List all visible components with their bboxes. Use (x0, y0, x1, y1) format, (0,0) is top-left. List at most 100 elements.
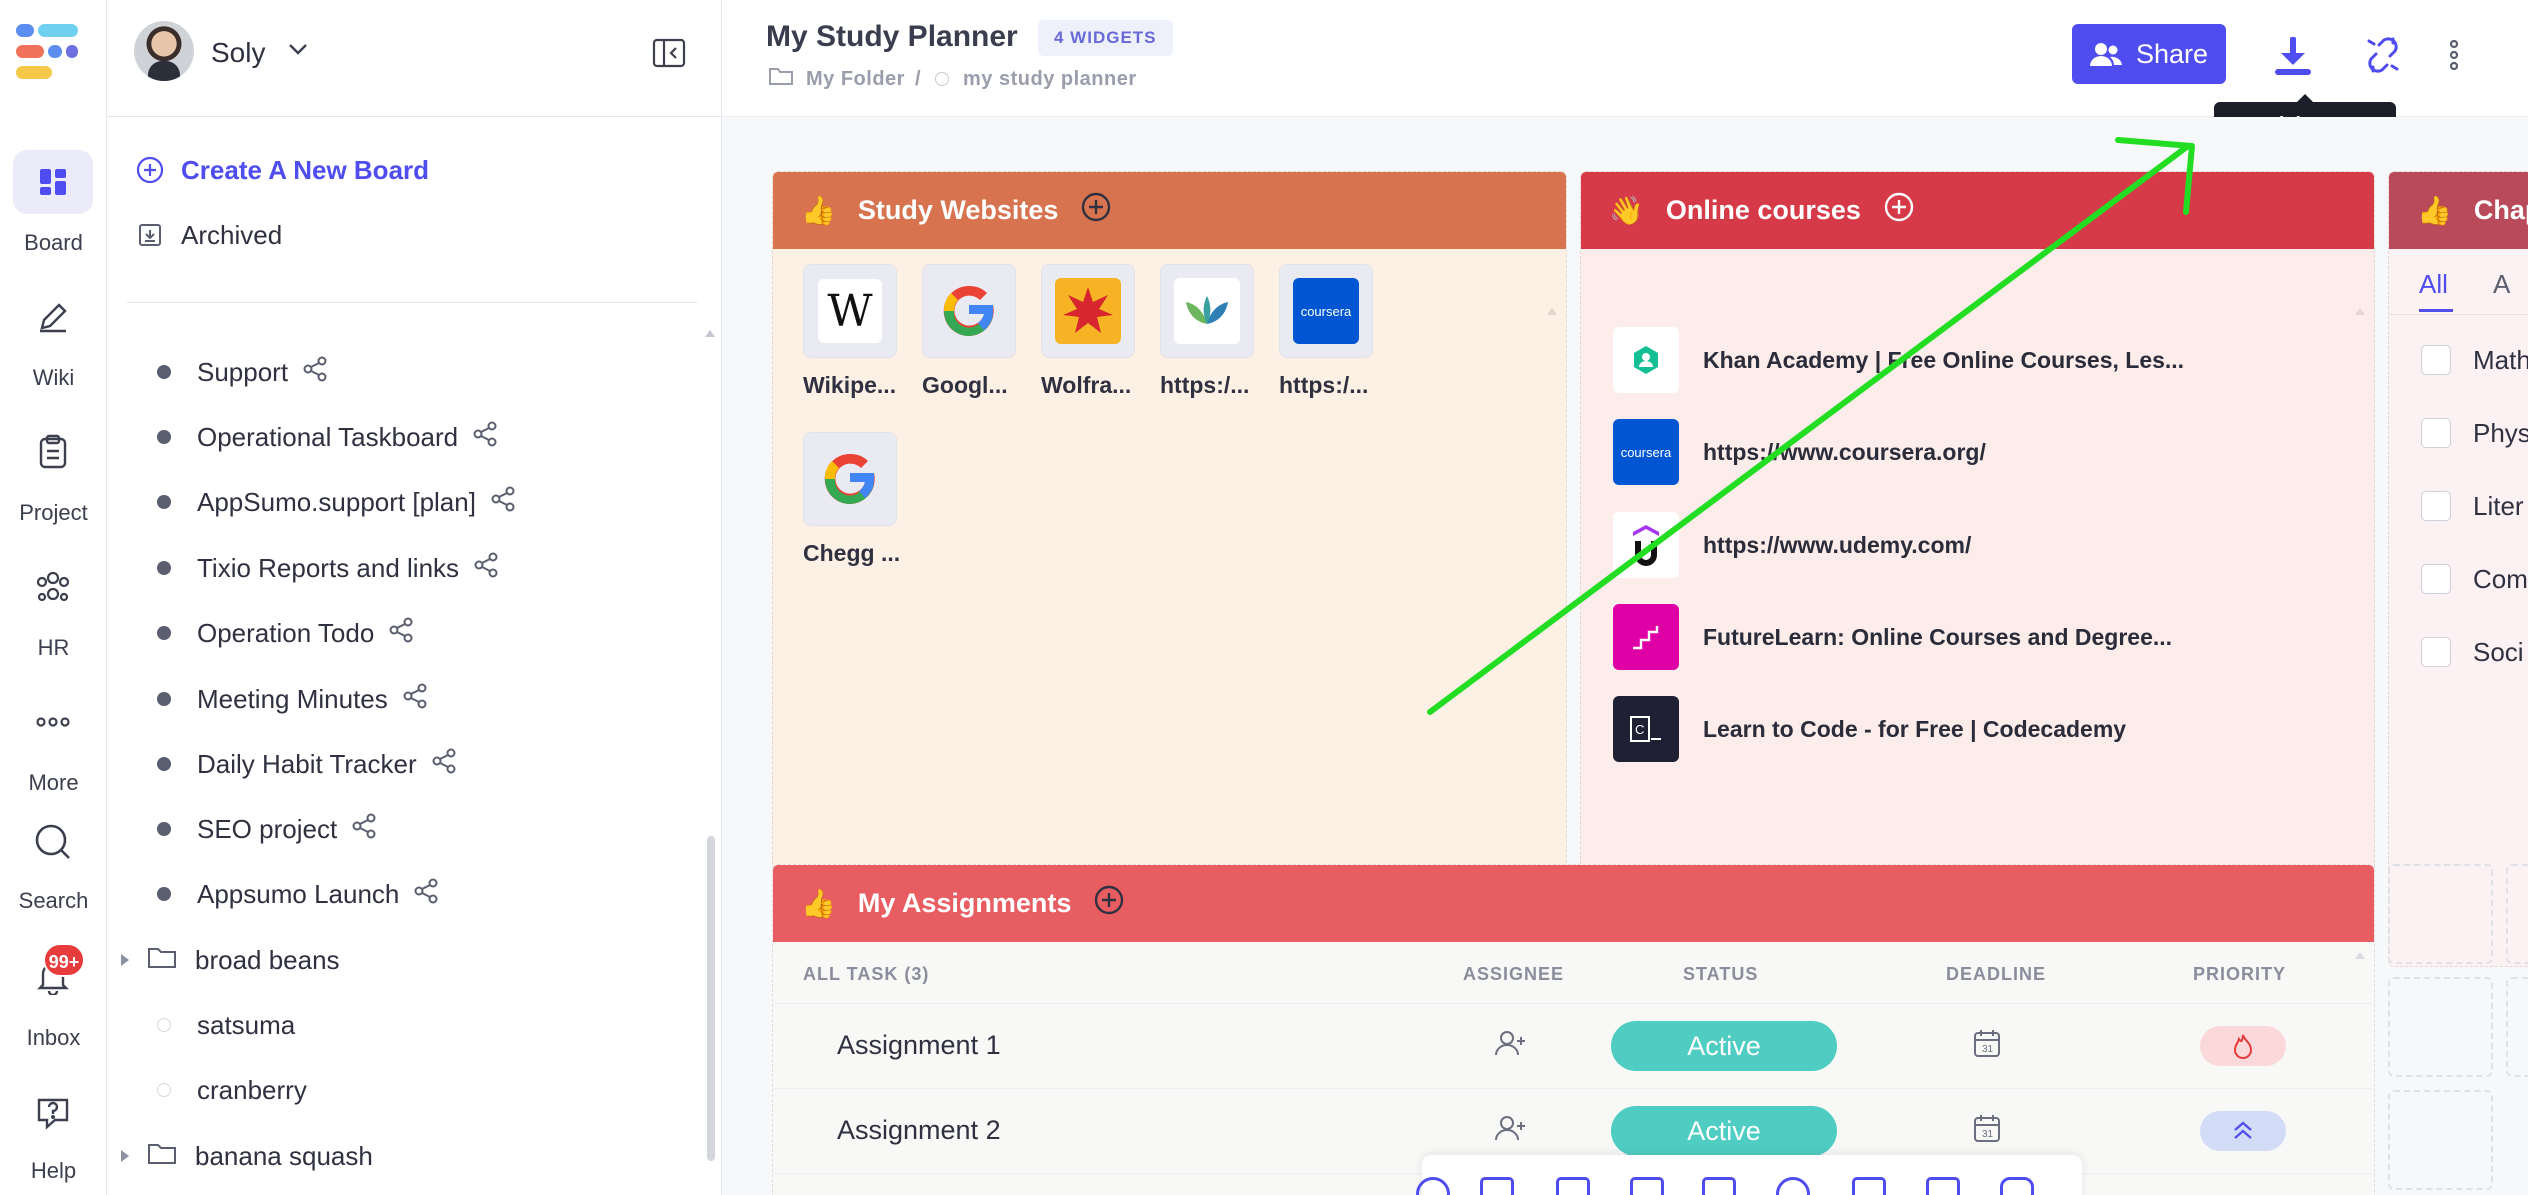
board-item[interactable]: AppSumo.support [plan] (157, 480, 516, 524)
note-widget-icon[interactable] (1556, 1177, 1590, 1195)
rail-item-wiki[interactable]: Wiki (0, 285, 107, 405)
empty-slot[interactable] (2506, 864, 2528, 964)
share-icon[interactable] (351, 813, 377, 846)
board-item[interactable]: Appsumo Launch (157, 872, 439, 916)
empty-slot[interactable] (2388, 1090, 2493, 1190)
empty-slot[interactable] (2388, 977, 2493, 1077)
priority-medium-badge[interactable] (2200, 1111, 2286, 1151)
feed-widget-icon[interactable] (1776, 1177, 1810, 1195)
widget-header[interactable]: 👋 Online courses (1581, 172, 2374, 249)
app-logo[interactable] (16, 22, 78, 82)
share-icon[interactable] (473, 552, 499, 585)
scroll-up-arrow[interactable] (705, 330, 715, 337)
widget-header[interactable]: 👍 My Assignments (773, 865, 2374, 942)
page-title[interactable]: My Study Planner (766, 20, 1018, 54)
share-button[interactable]: Share (2072, 24, 2226, 84)
tab-next[interactable]: A (2493, 269, 2510, 300)
download-icon[interactable] (2266, 28, 2320, 82)
calendar-icon[interactable]: 31 (1973, 1028, 2001, 1063)
collapse-sidebar-icon[interactable] (652, 38, 686, 73)
chat-widget-icon[interactable] (2000, 1177, 2034, 1195)
screen-widget-icon[interactable] (1852, 1177, 1886, 1195)
sidebar-scrollbar[interactable] (707, 836, 715, 1161)
empty-slot[interactable] (2506, 977, 2528, 1077)
folder-item[interactable]: broad beans (121, 938, 340, 982)
rail-item-project[interactable]: Project (0, 420, 107, 540)
course-link[interactable]: Khan Academy | Free Online Courses, Les.… (1613, 327, 2184, 393)
course-link[interactable]: C Learn to Code - for Free | Codecademy (1613, 696, 2126, 762)
expand-caret-icon[interactable] (121, 1150, 129, 1162)
add-item-icon[interactable] (1093, 884, 1125, 923)
scroll-up-arrow[interactable] (2355, 952, 2365, 959)
board-item[interactable]: Support (157, 350, 328, 394)
scroll-up-arrow[interactable] (1547, 308, 1557, 315)
website-tile[interactable]: coursera (1279, 264, 1373, 358)
table-widget-icon[interactable] (1630, 1177, 1664, 1195)
user-name[interactable]: Soly (211, 37, 265, 69)
checkbox[interactable] (2421, 564, 2451, 594)
home-widget-icon[interactable] (1416, 1177, 1450, 1195)
expand-caret-icon[interactable] (121, 954, 129, 966)
chapter-item[interactable]: Soci (2421, 632, 2524, 672)
calendar-widget-icon[interactable] (1926, 1177, 1960, 1195)
empty-slot[interactable] (2388, 864, 2493, 964)
board-item[interactable]: Meeting Minutes (157, 677, 428, 721)
rail-item-help[interactable]: Help (0, 1080, 107, 1195)
calendar-icon[interactable]: 31 (1973, 1113, 2001, 1148)
share-icon[interactable] (413, 878, 439, 911)
add-assignee-icon[interactable] (1495, 1114, 1527, 1147)
avatar[interactable] (134, 21, 194, 81)
checkbox[interactable] (2421, 637, 2451, 667)
page-item[interactable]: cranberry (157, 1068, 307, 1112)
chapter-item[interactable]: Liter (2421, 486, 2524, 526)
website-tile[interactable] (1041, 264, 1135, 358)
board-widget-icon[interactable] (1480, 1177, 1514, 1195)
course-link[interactable]: coursera https://www.coursera.org/ (1613, 419, 1986, 485)
rail-item-more[interactable]: More (0, 690, 107, 810)
board-item[interactable]: SEO project (157, 807, 377, 851)
website-tile[interactable] (803, 432, 897, 526)
share-icon[interactable] (431, 748, 457, 781)
assignment-name[interactable]: Assignment 1 (837, 1030, 1001, 1061)
share-icon[interactable] (302, 356, 328, 389)
rail-item-hr[interactable]: HR (0, 555, 107, 675)
share-icon[interactable] (472, 421, 498, 454)
chapter-item[interactable]: Phys (2421, 413, 2528, 453)
checkbox[interactable] (2421, 491, 2451, 521)
doc-widget-icon[interactable] (1702, 1177, 1736, 1195)
website-tile[interactable]: W (803, 264, 897, 358)
kebab-menu-icon[interactable] (2427, 28, 2481, 82)
table-row[interactable]: Assignment 1 Active 31 (773, 1004, 2374, 1089)
share-icon[interactable] (402, 683, 428, 716)
chapter-item[interactable]: Math (2421, 340, 2528, 380)
website-tile[interactable] (922, 264, 1016, 358)
priority-high-badge[interactable] (2200, 1026, 2286, 1066)
share-icon[interactable] (490, 486, 516, 519)
unlink-icon[interactable] (2356, 28, 2410, 82)
scroll-up-arrow[interactable] (2355, 308, 2365, 315)
status-badge[interactable]: Active (1611, 1021, 1837, 1071)
chevron-down-icon[interactable] (287, 42, 309, 61)
add-item-icon[interactable] (1883, 191, 1915, 230)
board-item[interactable]: Tixio Reports and links (157, 546, 499, 590)
page-item[interactable]: satsuma (157, 1003, 295, 1047)
chapter-item[interactable]: Com (2421, 559, 2528, 599)
add-item-icon[interactable] (1080, 191, 1112, 230)
folder-item[interactable]: banana squash (121, 1134, 373, 1178)
course-link[interactable]: FutureLearn: Online Courses and Degree..… (1613, 604, 2172, 670)
archived-link[interactable]: Archived (135, 215, 282, 255)
tab-all[interactable]: All (2419, 269, 2448, 300)
board-item[interactable]: Operational Taskboard (157, 415, 498, 459)
breadcrumb-folder[interactable]: My Folder (806, 68, 905, 91)
checkbox[interactable] (2421, 418, 2451, 448)
board-item[interactable]: Daily Habit Tracker (157, 742, 457, 786)
rail-item-board[interactable]: Board (0, 150, 107, 270)
checkbox[interactable] (2421, 345, 2451, 375)
website-tile[interactable] (1160, 264, 1254, 358)
create-board-button[interactable]: Create A New Board (135, 150, 429, 190)
assignment-name[interactable]: Assignment 2 (837, 1115, 1001, 1146)
course-link[interactable]: https://www.udemy.com/ (1613, 512, 1971, 578)
board-item[interactable]: Operation Todo (157, 611, 414, 655)
rail-item-search[interactable]: Search (0, 810, 107, 930)
column-header[interactable]: ALL TASK (3) (803, 964, 929, 985)
